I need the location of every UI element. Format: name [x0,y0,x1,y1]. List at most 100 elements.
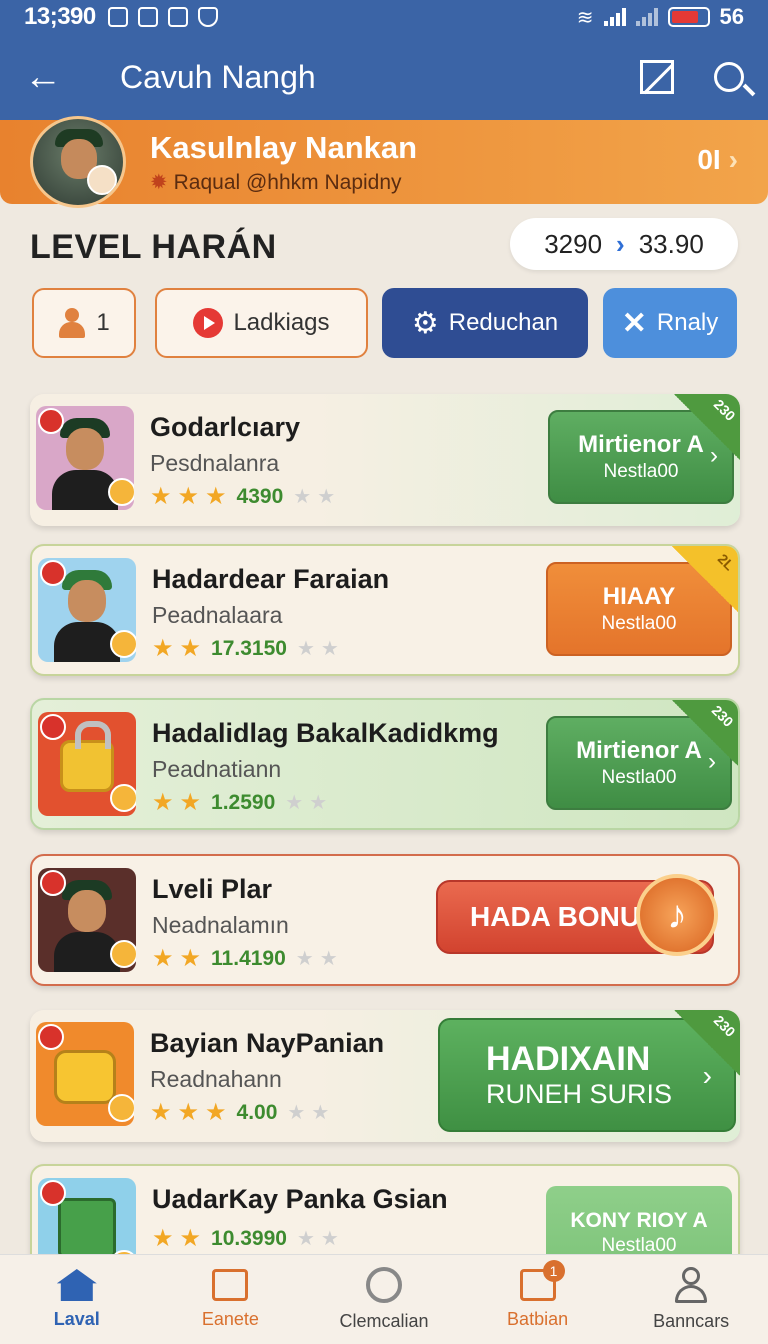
coin-icon [110,630,136,658]
player-filter-button[interactable]: 1 [32,288,136,358]
item-thumbnail [38,712,136,816]
star-empty-icon: ★ [311,1102,330,1124]
badge-icon [40,714,66,740]
lock-icon [60,721,114,792]
item-title: Hadalidlag BakalKadidkmg [152,718,499,748]
star-empty-icon: ★ [296,638,315,660]
chevron-right-icon: › [616,228,625,259]
level-range-pill[interactable]: 3290 › 33.90 [510,218,738,270]
list-item[interactable]: Bayian NayPanian Readnahann ★ ★ ★ 4.00 ★ ★ … [30,1010,740,1142]
nav-item-batbian[interactable]: 1 Batbian [461,1255,615,1344]
badge-icon [40,1180,66,1206]
item-thumbnail [38,558,136,662]
star-empty-icon: ★ [293,486,312,508]
item-rating: ★ ★ 17.3150 ★ ★ [152,635,339,662]
wifi-icon: ≋ [576,6,594,29]
home-icon [56,1269,97,1301]
star-icon: ★ [179,789,202,816]
star-icon: ★ [177,483,200,510]
tab-rnaly[interactable]: ✕ Rnaly [603,288,737,358]
item-rating: ★ ★ ★ 4.00 ★ ★ [150,1099,330,1126]
coin-icon [110,940,136,968]
nav-item-eanete[interactable]: Eanete [154,1255,308,1344]
notification-badge: 1 [542,1260,565,1282]
status-time: 13;390 [24,3,96,30]
star-empty-icon: ★ [287,1102,306,1124]
star-icon: ★ [179,945,202,972]
badge-icon [38,1024,64,1050]
item-thumbnail [38,868,136,972]
star-icon: ★ [152,635,174,662]
person-icon [58,308,86,338]
profile-count[interactable]: 0I › [697,144,738,176]
bottom-navigation: Laval Eanete Clemcalian 1 Batbian Bannca… [0,1254,768,1344]
star-icon: ★ [150,1099,172,1126]
item-title: Lveli Plar [152,874,273,904]
item-thumbnail [36,1022,134,1126]
item-thumbnail [36,406,134,510]
sun-icon: ✹ [150,171,168,194]
tab-ladkiags[interactable]: Ladkiags [155,288,368,358]
search-icon[interactable] [714,62,744,92]
signal-icon [603,8,626,26]
corner-ribbon: 230 [670,700,738,768]
item-rating: ★ ★ 10.3990 ★ ★ [152,1225,339,1252]
star-empty-icon: ★ [317,486,336,508]
nav-item-laval[interactable]: Laval [0,1255,154,1344]
badge-icon [40,560,66,586]
star-empty-icon: ★ [320,1228,339,1250]
star-icon: ★ [150,483,172,510]
item-subtitle: Peadnatiann [152,756,282,782]
smiley-box-icon [54,1050,116,1104]
inbox-icon [212,1269,249,1301]
list-item[interactable]: Hadardear Faraian Peadnalaara ★ ★ 17.3150… [30,544,740,676]
status-bar: 13;390 ≋ 56 [0,0,768,34]
nav-item-banncars[interactable]: Banncars [614,1255,768,1344]
notification-icons [107,7,218,27]
range-from: 3290 [544,228,603,259]
chat-icon [365,1267,402,1303]
item-rating: ★ ★ 1.2590 ★ ★ [152,789,328,816]
item-title: Godarlcıary [150,412,301,442]
coin-icon [108,478,134,506]
play-icon [193,308,224,338]
profile-subtitle: ✹ Raqual @hhkm Napidny [150,171,402,194]
tab-reduchan[interactable]: ⚙ Reduchan [382,288,588,358]
item-rating: ★ ★ 11.4190 ★ ★ [152,945,338,972]
gear-icon: ⚙ [411,306,439,340]
list-item[interactable]: Lveli Plar Neadnalamın ★ ★ 11.4190 ★ ★ HAD… [30,854,740,986]
user-icon [675,1267,708,1303]
star-icon: ★ [205,1099,227,1126]
item-rating: ★ ★ ★ 4390 ★ ★ [150,483,336,510]
badge-icon [38,408,64,434]
bag-icon [167,7,188,27]
star-icon: ★ [179,635,202,662]
star-empty-icon: ★ [296,1228,315,1250]
nav-item-clemcalian[interactable]: Clemcalian [307,1255,461,1344]
list-item[interactable]: Hadalidlag BakalKadidkmg Peadnatiann ★ ★ … [30,698,740,830]
star-icon: ★ [152,789,174,816]
item-subtitle: Pesdnalanra [150,450,280,476]
profile-banner[interactable]: Kasulnlay Nankan ✹ Raqual @hhkm Napidny 0… [0,116,768,208]
photo-icon [137,7,158,27]
star-empty-icon: ★ [309,792,328,814]
coin-icon [110,784,136,812]
signal-2-icon [635,8,658,26]
item-subtitle: Peadnalaara [152,602,283,628]
notification-icon: 1 [519,1260,565,1301]
battery-icon [667,7,710,27]
mini-avatar [87,165,117,195]
back-arrow-icon[interactable]: ← [24,56,72,99]
tools-icon: ✕ [621,306,647,340]
app-bar: ← Cavuh Nangh [0,34,768,120]
star-icon: ★ [152,1225,174,1252]
edit-icon[interactable] [640,60,674,94]
avatar[interactable] [30,116,126,208]
list-item[interactable]: Godarlcıary Pesdnalanra ★ ★ ★ 4390 ★ ★ Mirt… [30,394,740,526]
corner-ribbon: 230 [672,394,740,462]
star-empty-icon: ★ [319,948,338,970]
item-title: UadarKay Panka Gsian [152,1184,448,1214]
page-title: Cavuh Nangh [120,58,316,95]
profile-name: Kasulnlay Nankan [150,130,418,165]
star-icon: ★ [177,1099,200,1126]
